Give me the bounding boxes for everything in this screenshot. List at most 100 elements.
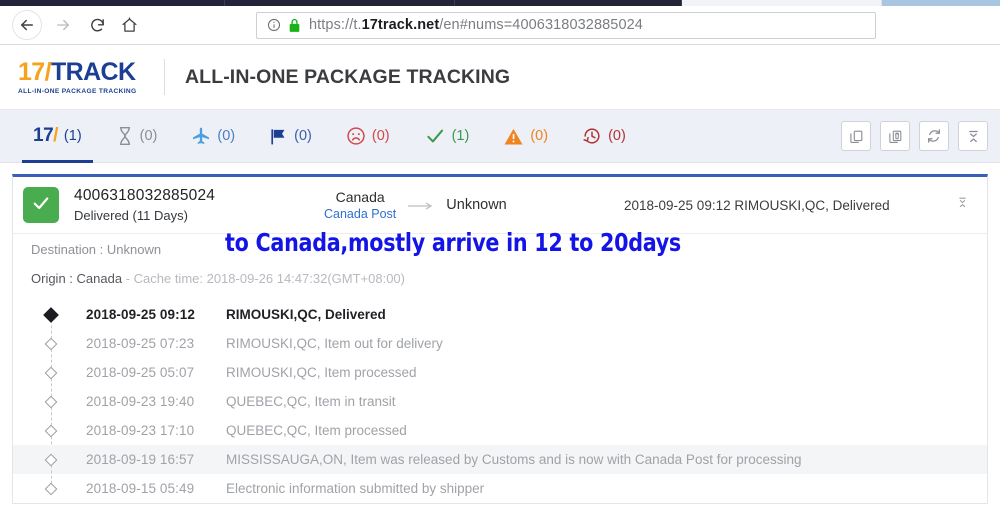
url-path: /en#nums=4006318032885024 bbox=[439, 17, 643, 33]
flag-icon bbox=[269, 127, 288, 146]
tab-all-count: (1) bbox=[63, 128, 82, 144]
site-header: 17/TRACK ALL-IN-ONE PACKAGE TRACKING ALL… bbox=[0, 45, 1000, 110]
browser-tab-active[interactable] bbox=[682, 0, 882, 6]
timeline-description: MISSISSAUGA,ON, Item was released by Cus… bbox=[226, 452, 802, 467]
timeline-date: 2018-09-25 09:12 bbox=[86, 307, 195, 322]
timeline-marker-diamond-icon bbox=[44, 482, 58, 495]
browser-tab[interactable] bbox=[455, 0, 682, 6]
tab-alert-count: (0) bbox=[530, 128, 549, 144]
browser-tab[interactable] bbox=[225, 0, 455, 6]
destination-row: Destination : Unknown to Canada,mostly a… bbox=[13, 228, 987, 261]
info-circle-icon[interactable] bbox=[267, 18, 281, 32]
tracking-result-card: 4006318032885024 Delivered (11 Days) Can… bbox=[12, 174, 988, 504]
timeline-row[interactable]: 2018-09-25 09:12 RIMOUSKI,QC, Delivered bbox=[13, 300, 987, 344]
warning-triangle-icon bbox=[503, 127, 524, 146]
tab-pickup[interactable]: (0) bbox=[252, 110, 329, 163]
timeline-description: QUEBEC,QC, Item in transit bbox=[226, 394, 396, 409]
tab-alert[interactable]: (0) bbox=[486, 110, 565, 163]
timeline-marker-diamond-icon bbox=[43, 306, 59, 323]
collapse-icon[interactable] bbox=[956, 196, 975, 214]
timeline-marker-diamond-icon bbox=[44, 453, 58, 466]
timeline-description: QUEBEC,QC, Item processed bbox=[226, 423, 407, 438]
timeline-row[interactable]: 2018-09-23 19:40 QUEBEC,QC, Item in trans… bbox=[13, 387, 987, 431]
timeline-description: RIMOUSKI,QC, Delivered bbox=[226, 307, 386, 322]
copy-delete-button[interactable] bbox=[880, 121, 910, 151]
site-logo[interactable]: 17/TRACK ALL-IN-ONE PACKAGE TRACKING bbox=[18, 57, 158, 95]
reload-icon[interactable] bbox=[82, 10, 112, 40]
browser-tab-strip-end bbox=[882, 0, 1000, 6]
page-title: ALL-IN-ONE PACKAGE TRACKING bbox=[185, 65, 511, 88]
tab-delivered-count: (1) bbox=[451, 128, 470, 144]
timeline-row[interactable]: 2018-09-25 05:07 RIMOUSKI,QC, Item proces… bbox=[13, 358, 987, 402]
clock-history-icon bbox=[582, 126, 602, 146]
tab-pickup-count: (0) bbox=[294, 128, 312, 144]
tracking-number[interactable]: 4006318032885024 bbox=[74, 187, 324, 205]
cache-time: - Cache time: 2018-09-26 14:47:32(GMT+08… bbox=[125, 271, 405, 286]
lock-icon bbox=[288, 18, 301, 33]
collapse-all-button[interactable] bbox=[958, 121, 988, 151]
sad-face-icon bbox=[346, 126, 366, 146]
url-prefix: https://t. bbox=[309, 17, 362, 33]
17track-logo-icon: 17/ bbox=[33, 125, 58, 146]
tracking-number-block: 4006318032885024 Delivered (11 Days) bbox=[74, 187, 324, 223]
timeline-row[interactable]: 2018-09-23 17:10 QUEBEC,QC, Item processe… bbox=[13, 416, 987, 460]
timeline-row[interactable]: 2018-09-19 16:57 MISSISSAUGA,ON, Item was… bbox=[13, 445, 987, 489]
timeline-date: 2018-09-25 05:07 bbox=[86, 365, 195, 380]
destination-country: Unknown bbox=[446, 197, 507, 213]
timeline-description: RIMOUSKI,QC, Item out for delivery bbox=[226, 336, 443, 351]
check-icon bbox=[30, 193, 52, 218]
browser-tab-strip[interactable] bbox=[0, 0, 1000, 6]
latest-event-summary: 2018-09-25 09:12 RIMOUSKI,QC, Delivered bbox=[624, 197, 890, 213]
header-divider bbox=[164, 59, 165, 95]
timeline-date: 2018-09-19 16:57 bbox=[86, 452, 195, 467]
url-bar[interactable]: https://t.17track.net/en#nums=4006318032… bbox=[256, 11, 876, 39]
timeline-marker-diamond-icon bbox=[44, 366, 58, 379]
home-icon[interactable] bbox=[114, 10, 144, 40]
hourglass-icon bbox=[116, 126, 134, 146]
carrier-link[interactable]: Canada Post bbox=[324, 207, 396, 221]
check-icon bbox=[424, 126, 446, 146]
timeline-date: 2018-09-23 17:10 bbox=[86, 423, 195, 438]
logo-17: 17 bbox=[18, 57, 45, 86]
timeline-date: 2018-09-15 05:49 bbox=[86, 481, 195, 496]
status-tab-bar: 17/ (1) (0) (0) (0) (0) (1) (0) (0) bbox=[0, 110, 1000, 163]
timeline-marker-diamond-icon bbox=[44, 337, 58, 350]
arrow-right-icon bbox=[408, 198, 434, 213]
tab-expired-count: (0) bbox=[608, 128, 626, 144]
url-domain: 17track.net bbox=[361, 17, 440, 33]
browser-toolbar: https://t.17track.net/en#nums=4006318032… bbox=[0, 6, 1000, 45]
tab-expired[interactable]: (0) bbox=[565, 110, 643, 163]
route-origin: Canada Canada Post bbox=[324, 189, 396, 221]
timeline-row[interactable]: 2018-09-15 05:49 Electronic information s… bbox=[13, 474, 987, 503]
forward-arrow-icon bbox=[48, 10, 78, 40]
tab-not-found-count: (0) bbox=[139, 128, 158, 144]
copy-button[interactable] bbox=[841, 121, 871, 151]
result-toolbar bbox=[841, 121, 988, 151]
tab-all[interactable]: 17/ (1) bbox=[16, 110, 99, 163]
browser-tab[interactable] bbox=[0, 0, 225, 6]
tab-delivered[interactable]: (1) bbox=[407, 110, 487, 163]
timeline-date: 2018-09-25 07:23 bbox=[86, 336, 195, 351]
annotation-overlay: to Canada,mostly arrive in 12 to 20days bbox=[225, 228, 681, 257]
tab-in-transit[interactable]: (0) bbox=[174, 110, 252, 163]
tab-undelivered-count: (0) bbox=[371, 128, 390, 144]
timeline-marker-diamond-icon bbox=[44, 424, 58, 437]
refresh-button[interactable] bbox=[919, 121, 949, 151]
tab-undelivered[interactable]: (0) bbox=[329, 110, 407, 163]
tracking-timeline: 2018-09-25 09:12 RIMOUSKI,QC, Delivered 20… bbox=[13, 294, 987, 503]
status-badge bbox=[23, 187, 59, 223]
result-header-row[interactable]: 4006318032885024 Delivered (11 Days) Can… bbox=[13, 177, 987, 234]
timeline-row[interactable]: 2018-09-25 07:23 RIMOUSKI,QC, Item out fo… bbox=[13, 329, 987, 373]
origin-row: Origin : Canada - Cache time: 2018-09-26… bbox=[13, 261, 987, 294]
timeline-date: 2018-09-23 19:40 bbox=[86, 394, 195, 409]
route-block: Canada Canada Post Unknown bbox=[324, 189, 604, 221]
origin-label: Origin : Canada bbox=[31, 271, 123, 286]
timeline-description: Electronic information submitted by ship… bbox=[226, 481, 485, 496]
logo-subtitle: ALL-IN-ONE PACKAGE TRACKING bbox=[18, 87, 137, 95]
origin-country: Canada bbox=[335, 189, 385, 205]
destination-label: Destination : Unknown bbox=[31, 242, 162, 257]
tab-in-transit-count: (0) bbox=[217, 128, 236, 144]
tab-not-found[interactable]: (0) bbox=[99, 110, 175, 163]
back-arrow-icon[interactable] bbox=[12, 10, 42, 40]
tracking-status-text: Delivered (11 Days) bbox=[74, 208, 188, 223]
